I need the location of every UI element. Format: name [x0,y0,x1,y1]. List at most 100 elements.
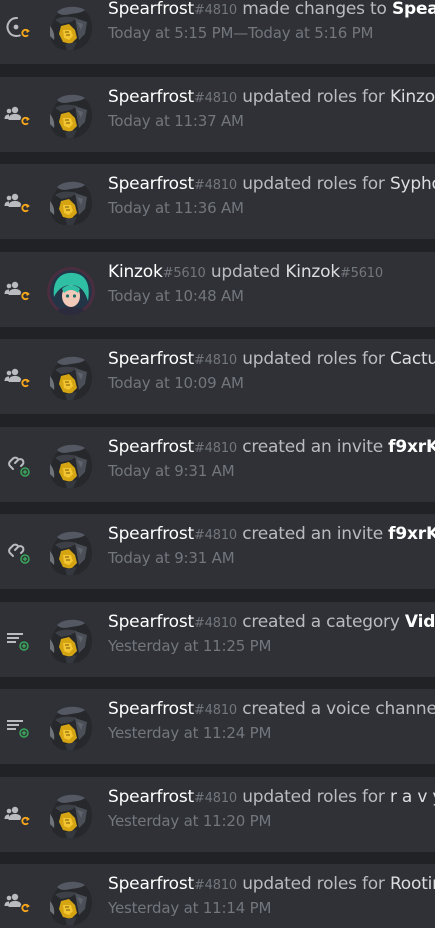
target-name: Sypho [389,174,435,194]
target-name: Kinzok [285,262,340,282]
entry-summary: Spearfrost#4810 updated roles for Sypho [108,173,435,197]
username[interactable]: Spearfrost [108,0,194,19]
username[interactable]: Spearfrost [108,349,194,369]
audit-log-list: Spearfrost#4810 made changes to SpearfTo… [0,0,435,928]
invite-create-icon [3,450,33,480]
discriminator: #5610 [162,266,206,281]
avatar[interactable] [47,354,95,402]
entry-summary: Spearfrost#4810 created an invite f9xrKe [108,436,435,460]
action-text: created an invite [242,437,383,457]
avatar[interactable] [47,529,95,577]
action-text: created an invite [242,524,383,544]
audit-log-entry[interactable]: Spearfrost#4810 updated roles for r a v … [0,777,435,852]
target-name: Spearf [391,0,435,19]
username[interactable]: Spearfrost [108,437,194,457]
entry-summary: Spearfrost#4810 made changes to Spearf [108,0,435,22]
member-role-update-icon [3,100,33,130]
avatar[interactable] [47,267,95,315]
username[interactable]: Spearfrost [108,874,194,894]
discriminator: #4810 [193,528,237,543]
audit-log-entry[interactable]: Spearfrost#4810 updated roles for Sypho T… [0,164,435,239]
entry-summary: Spearfrost#4810 updated roles for Rootin [108,873,435,897]
avatar[interactable] [47,704,95,752]
target-name: Vide [404,612,435,632]
discriminator: #4810 [193,178,237,193]
entry-summary: Spearfrost#4810 updated roles for r a v … [108,786,435,810]
audit-log-entry[interactable]: Spearfrost#4810 made changes to Spearf To… [0,0,435,64]
username[interactable]: Spearfrost [108,524,194,544]
audit-log-entry[interactable]: Spearfrost#4810 created an invite f9xrKe… [0,427,435,502]
audit-log-entry[interactable]: Kinzok#5610 updated Kinzok#5610 Today at … [0,252,435,327]
avatar[interactable] [47,92,95,140]
username[interactable]: Spearfrost [108,174,194,194]
username[interactable]: Spearfrost [108,87,194,107]
timestamp: Today at 11:37 AM [108,112,244,130]
timestamp: Yesterday at 11:24 PM [108,724,272,742]
username[interactable]: Spearfrost [108,612,194,632]
avatar[interactable] [47,179,95,227]
avatar[interactable] [47,442,95,490]
timestamp: Yesterday at 11:20 PM [108,812,272,830]
avatar[interactable] [47,879,95,927]
timestamp: Today at 9:31 AM [108,462,235,480]
timestamp: Today at 9:31 AM [108,549,235,567]
audit-log-entry[interactable]: Spearfrost#4810 created a category Vide Y… [0,602,435,677]
entry-summary: Kinzok#5610 updated Kinzok#5610 [108,261,383,285]
discriminator: #4810 [193,791,237,806]
member-role-update-icon [3,887,33,917]
audit-log-entry[interactable]: Spearfrost#4810 created a voice channel … [0,689,435,764]
member-role-update-icon [3,275,33,305]
audit-log-entry[interactable]: Spearfrost#4810 updated roles for Kinzok… [0,77,435,152]
target-name: Rootin [389,874,435,894]
channel-create-icon [3,712,33,742]
target-name: r a v y [389,787,435,807]
timestamp: Today at 11:36 AM [108,199,244,217]
member-role-update-icon [3,362,33,392]
action-text: updated roles for [242,87,385,107]
settings-update-icon [3,12,33,42]
avatar[interactable] [47,4,95,52]
entry-summary: Spearfrost#4810 updated roles for Cactu [108,348,435,372]
discriminator: #4810 [193,3,237,18]
entry-summary: Spearfrost#4810 created a voice channel [108,698,435,722]
target-name: Kinzok [389,87,435,107]
target-name: Cactu [389,349,435,369]
username[interactable]: Spearfrost [108,699,194,719]
avatar[interactable] [47,792,95,840]
timestamp: Today at 10:09 AM [108,374,244,392]
channel-create-icon [3,625,33,655]
discriminator: #4810 [193,616,237,631]
action-text: updated roles for [242,787,385,807]
action-text: made changes to [242,0,387,19]
timestamp: Today at 10:48 AM [108,287,244,305]
target-name: f9xrKe [388,524,435,544]
discriminator: #4810 [193,353,237,368]
member-role-update-icon [3,800,33,830]
action-text: updated roles for [242,874,385,894]
discriminator: #4810 [193,441,237,456]
action-text: created a voice channel [242,699,435,719]
audit-log-entry[interactable]: Spearfrost#4810 created an invite f9xrKe… [0,514,435,589]
action-text: updated roles for [242,174,385,194]
member-role-update-icon [3,187,33,217]
action-text: updated [210,262,281,282]
discriminator: #4810 [193,91,237,106]
target-discriminator: #5610 [339,266,383,281]
action-text: updated roles for [242,349,385,369]
entry-summary: Spearfrost#4810 created an invite f9xrKe [108,523,435,547]
username[interactable]: Spearfrost [108,787,194,807]
entry-summary: Spearfrost#4810 updated roles for Kinzok [108,86,435,110]
avatar[interactable] [47,617,95,665]
audit-log-entry[interactable]: Spearfrost#4810 updated roles for Rootin… [0,864,435,928]
timestamp: Today at 5:15 PM—Today at 5:16 PM [108,24,374,42]
timestamp: Yesterday at 11:14 PM [108,899,272,917]
target-name: f9xrKe [388,437,435,457]
discriminator: #4810 [193,878,237,893]
entry-summary: Spearfrost#4810 created a category Vide [108,611,435,635]
invite-create-icon [3,537,33,567]
discriminator: #4810 [193,703,237,718]
username[interactable]: Kinzok [108,262,163,282]
audit-log-entry[interactable]: Spearfrost#4810 updated roles for Cactu T… [0,339,435,414]
action-text: created a category [242,612,400,632]
timestamp: Yesterday at 11:25 PM [108,637,272,655]
